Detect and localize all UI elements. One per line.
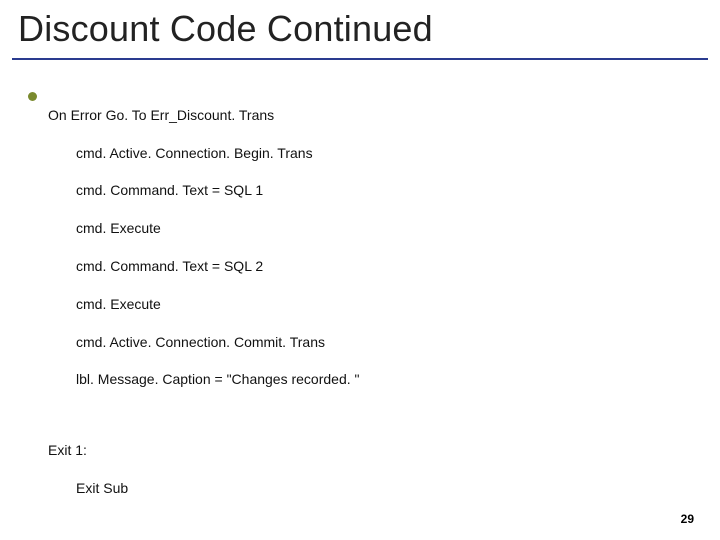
code-line: cmd. Active. Connection. Begin. Trans — [48, 144, 360, 163]
page-number: 29 — [681, 512, 694, 526]
code-line: Exit Sub — [48, 479, 360, 498]
slide: Discount Code Continued On Error Go. To … — [0, 0, 720, 540]
code-line: cmd. Execute — [48, 219, 360, 238]
code-block: On Error Go. To Err_Discount. Trans cmd.… — [48, 87, 360, 540]
code-line: cmd. Command. Text = SQL 2 — [48, 257, 360, 276]
title-underline — [12, 58, 708, 60]
code-line: lbl. Message. Caption = "Changes recorde… — [48, 370, 360, 389]
slide-title: Discount Code Continued — [18, 8, 433, 50]
code-line: Exit 1: — [48, 441, 360, 460]
code-line: cmd. Execute — [48, 295, 360, 314]
code-line: On Error Go. To Err_Discount. Trans — [48, 106, 360, 125]
code-line: cmd. Active. Connection. Commit. Trans — [48, 333, 360, 352]
code-line: cmd. Command. Text = SQL 1 — [48, 181, 360, 200]
bullet-icon — [28, 92, 37, 101]
